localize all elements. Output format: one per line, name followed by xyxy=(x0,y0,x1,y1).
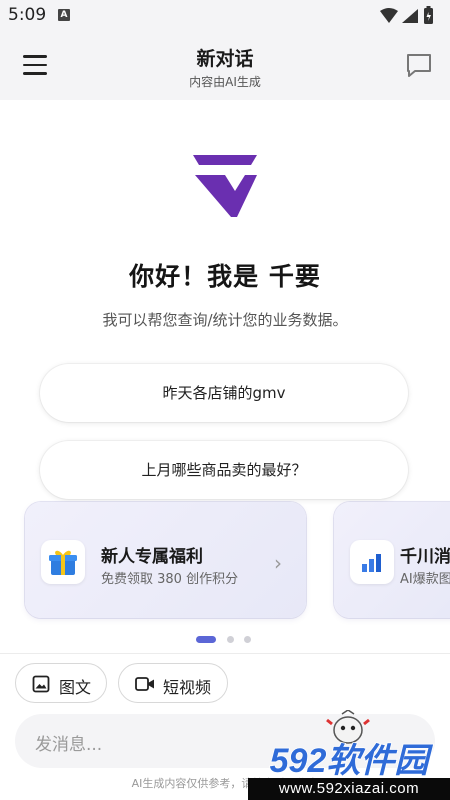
bar-chart-icon xyxy=(350,540,394,584)
message-placeholder: 发消息... xyxy=(35,735,103,755)
status-bar: 5:09 A xyxy=(0,0,450,32)
promo-card-new-user[interactable]: 新人专属福利 免费领取 380 创作积分 › xyxy=(25,502,306,618)
short-video-label: 短视频 xyxy=(163,678,212,697)
site-watermark: 592软件园 www.592xiazai.com xyxy=(248,700,450,800)
suggestion-chip[interactable]: 上月哪些商品卖的最好？ xyxy=(40,441,408,499)
image-text-label: 图文 xyxy=(59,678,92,697)
greeting-heading: 你好！我是 千要 xyxy=(129,262,321,291)
intro-text: 我可以帮您查询/统计您的业务数据。 xyxy=(102,311,348,329)
app-logo xyxy=(191,153,259,221)
card-description: 免费领取 380 创作积分 xyxy=(101,572,239,587)
gift-icon xyxy=(41,540,85,584)
status-time: 5:09 xyxy=(8,5,47,25)
carousel-dot[interactable] xyxy=(244,636,251,643)
carousel-dot-active[interactable] xyxy=(196,636,216,643)
card-title: 新人专属福利 xyxy=(101,547,203,567)
wifi-signal-battery-icon xyxy=(380,6,433,24)
page-subtitle: 内容由AI生成 xyxy=(189,75,261,89)
carousel-dot[interactable] xyxy=(227,636,234,643)
watermark-url: www.592xiazai.com xyxy=(248,778,450,800)
promo-carousel[interactable]: 新人专属福利 免费领取 380 创作积分 › 千川消 AI爆款图 xyxy=(0,500,450,625)
card-title: 千川消 xyxy=(400,547,450,567)
suggestion-chip[interactable]: 昨天各店铺的gmv xyxy=(40,364,408,422)
divider xyxy=(0,653,450,654)
watermark-logo-text: 592软件园 xyxy=(270,742,434,780)
watermark-logo: 592软件园 xyxy=(269,741,434,780)
top-bar: 新对话 内容由AI生成 xyxy=(0,32,450,100)
promo-card-qianchuan[interactable]: 千川消 AI爆款图 xyxy=(334,502,450,618)
image-icon xyxy=(32,675,50,693)
image-text-button[interactable]: 图文 xyxy=(15,663,107,703)
short-video-button[interactable]: 短视频 xyxy=(118,663,228,703)
notification-a-icon: A xyxy=(58,9,70,21)
status-icons xyxy=(378,6,440,30)
app-screen: 5:09 A 新对话 内容由AI生成 你好！我是 千要 我可以帮您查询/统计您的… xyxy=(0,0,450,800)
card-description: AI爆款图 xyxy=(400,572,450,587)
chevron-right-icon: › xyxy=(274,551,282,575)
page-title: 新对话 xyxy=(196,48,254,70)
chat-history-icon[interactable] xyxy=(405,51,433,79)
video-camera-icon xyxy=(135,677,154,691)
